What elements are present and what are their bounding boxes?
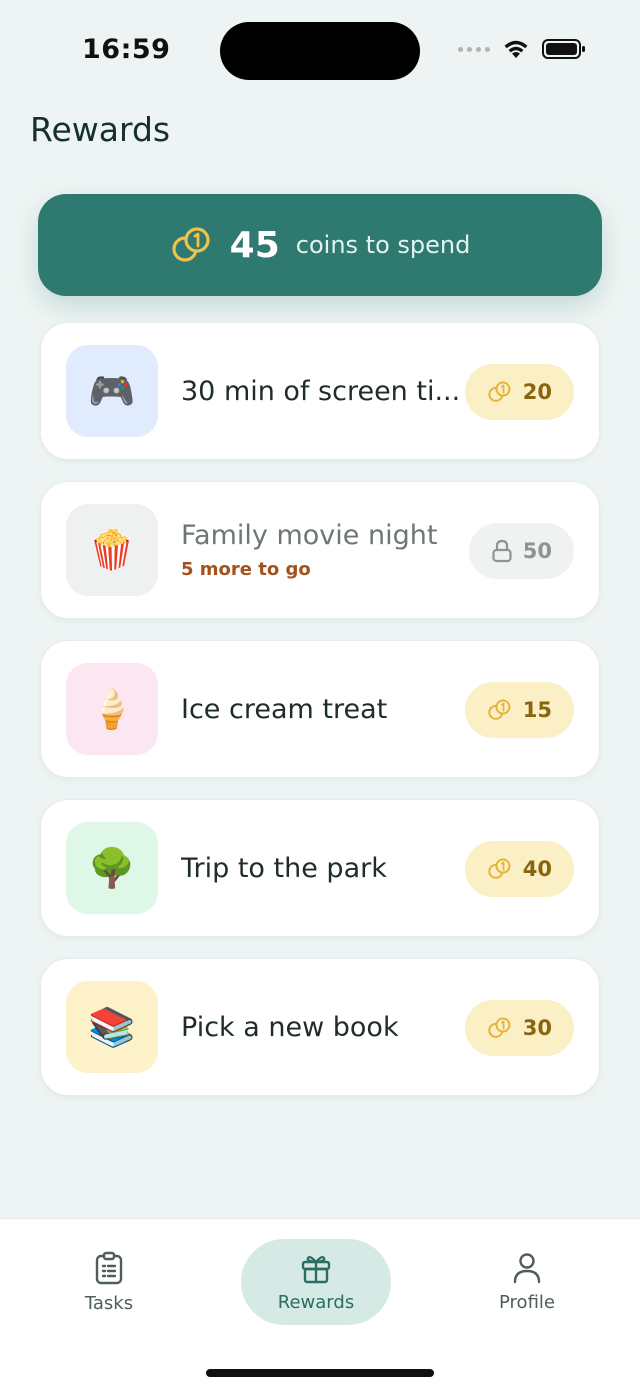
clipboard-icon	[95, 1251, 123, 1284]
reward-card-park-trip[interactable]: 🌳 Trip to the park 40	[40, 799, 600, 937]
coin-balance-caption: coins to spend	[295, 231, 471, 259]
person-icon	[513, 1252, 541, 1283]
coins-icon	[170, 225, 214, 265]
ice-cream-icon: 🍦	[66, 663, 158, 755]
reward-cost: 50	[522, 539, 552, 563]
coin-balance-banner: 45 coins to spend	[38, 194, 602, 296]
reward-cost: 15	[522, 698, 552, 722]
tab-label: Rewards	[277, 1291, 355, 1313]
coins-icon	[488, 381, 511, 402]
wifi-icon	[504, 40, 528, 58]
reward-card-new-book[interactable]: 📚 Pick a new book 30	[40, 958, 600, 1096]
reward-cost: 40	[522, 857, 552, 881]
status-time: 16:59	[82, 34, 171, 65]
coins-icon	[488, 1017, 511, 1038]
reward-card-movie-night[interactable]: 🍿 Family movie night 5 more to go 50	[40, 481, 600, 619]
coin-balance-amount: 45	[229, 224, 280, 266]
game-controller-icon: 🎮	[66, 345, 158, 437]
page-title: Rewards	[30, 110, 171, 149]
reward-card-ice-cream[interactable]: 🍦 Ice cream treat 15	[40, 640, 600, 778]
reward-title: Trip to the park	[181, 852, 387, 884]
gift-icon	[301, 1255, 331, 1283]
reward-card-screen-time[interactable]: 🎮 30 min of screen ti... 20	[40, 322, 600, 460]
tab-label: Tasks	[84, 1292, 134, 1314]
battery-icon	[542, 39, 585, 59]
redeem-cost-button[interactable]: 30	[464, 1000, 574, 1056]
reward-title: Family movie night	[181, 520, 438, 551]
popcorn-icon: 🍿	[66, 504, 158, 596]
reward-cost: 20	[522, 380, 552, 404]
tab-rewards[interactable]: Rewards	[241, 1239, 391, 1325]
tab-label: Profile	[499, 1291, 555, 1313]
tab-bar: Tasks Rewards Profile	[0, 1218, 640, 1392]
reward-title: Ice cream treat	[181, 693, 388, 725]
locked-cost-badge: 50	[468, 523, 574, 579]
dynamic-island	[220, 22, 420, 80]
tab-profile[interactable]: Profile	[452, 1239, 602, 1325]
redeem-cost-button[interactable]: 15	[464, 682, 574, 738]
status-icons	[458, 38, 586, 60]
reward-progress-hint: 5 more to go	[181, 559, 311, 580]
redeem-cost-button[interactable]: 40	[464, 841, 574, 897]
books-icon: 📚	[66, 981, 158, 1073]
coins-icon	[488, 699, 511, 720]
reward-cost: 30	[522, 1016, 552, 1040]
reward-list: 🎮 30 min of screen ti... 20 🍿 Family mov…	[40, 322, 600, 1117]
reward-title: Pick a new book	[181, 1011, 399, 1043]
tab-tasks[interactable]: Tasks	[34, 1239, 184, 1325]
lock-icon	[492, 539, 512, 563]
tree-icon: 🌳	[66, 822, 158, 914]
redeem-cost-button[interactable]: 20	[464, 364, 574, 420]
coins-icon	[488, 858, 511, 879]
reward-title: 30 min of screen ti...	[181, 375, 461, 407]
status-bar: 16:59	[0, 0, 640, 100]
home-indicator	[206, 1369, 434, 1377]
signal-icon	[458, 46, 490, 52]
